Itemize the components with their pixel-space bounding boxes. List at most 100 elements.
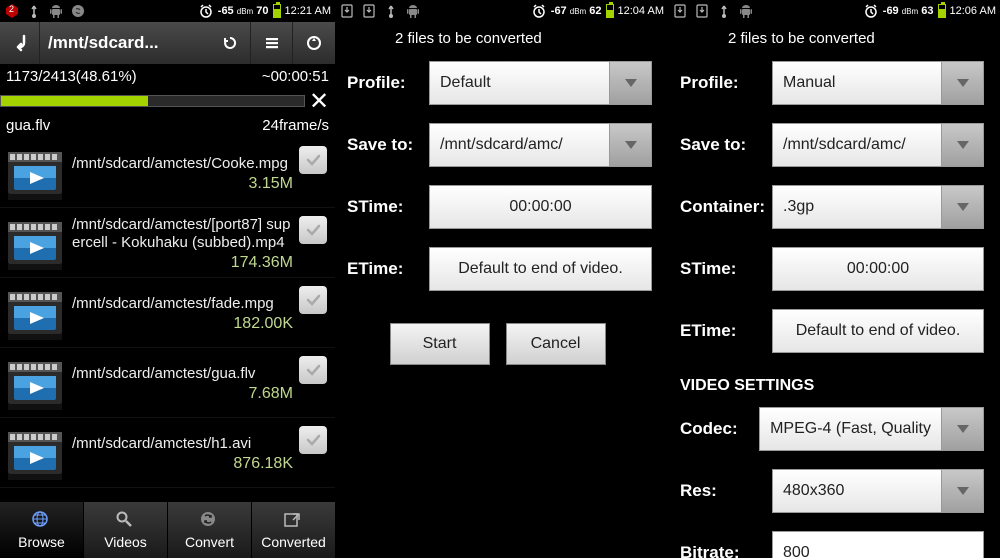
- signal-strength: -65 dBm 70: [218, 5, 269, 17]
- profile-label: Profile:: [343, 73, 429, 93]
- saveto-label: Save to:: [676, 135, 772, 155]
- chevron-down-icon: [941, 124, 983, 166]
- video-thumbnail-icon: [4, 425, 66, 483]
- files-count-subtitle: 2 files to be converted: [335, 22, 668, 61]
- nav-convert[interactable]: Convert: [168, 502, 252, 558]
- notification-icon: 2: [4, 3, 20, 19]
- codec-dropdown[interactable]: MPEG-4 (Fast, Quality: [759, 407, 984, 451]
- android-icon: [48, 3, 64, 19]
- battery-icon: [606, 4, 614, 18]
- clock-time: 12:06 AM: [950, 5, 996, 17]
- battery-icon: [938, 4, 946, 18]
- download-icon: [694, 3, 710, 19]
- clock-time: 12:04 AM: [618, 5, 664, 17]
- status-bar: -69 dBm 63 12:06 AM: [668, 0, 1000, 22]
- android-icon: [405, 3, 421, 19]
- file-checkbox[interactable]: [299, 146, 327, 174]
- stime-field[interactable]: 00:00:00: [429, 185, 652, 229]
- cancel-button[interactable]: Cancel: [506, 323, 606, 365]
- file-size: 876.18K: [72, 453, 293, 473]
- file-checkbox[interactable]: [299, 356, 327, 384]
- file-checkbox[interactable]: [299, 426, 327, 454]
- bitrate-label: Bitrate:: [676, 543, 772, 558]
- container-dropdown[interactable]: .3gp: [772, 185, 984, 229]
- file-checkbox[interactable]: [299, 286, 327, 314]
- stime-field[interactable]: 00:00:00: [772, 247, 984, 291]
- file-size: 174.36M: [72, 252, 293, 272]
- file-checkbox[interactable]: [299, 216, 327, 244]
- usb-icon: [383, 3, 399, 19]
- usb-icon: [26, 3, 42, 19]
- saveto-dropdown[interactable]: /mnt/sdcard/amc/: [429, 123, 652, 167]
- file-row[interactable]: /mnt/sdcard/amctest/[port87] supercell -…: [0, 208, 335, 278]
- files-count-subtitle: 2 files to be converted: [668, 22, 1000, 61]
- usb-icon: [716, 3, 732, 19]
- file-row[interactable]: /mnt/sdcard/amctest/gua.flv7.68M: [0, 348, 335, 418]
- refresh-button[interactable]: [209, 22, 251, 64]
- download-icon: [361, 3, 377, 19]
- progress-counter: 1173/2413(48.61%): [6, 68, 137, 85]
- sync-icon: [70, 3, 86, 19]
- toolbar: /mnt/sdcard...: [0, 22, 335, 64]
- alarm-icon: [531, 3, 547, 19]
- chevron-down-icon: [941, 408, 983, 450]
- file-row[interactable]: /mnt/sdcard/amctest/fade.mpg182.00K: [0, 278, 335, 348]
- file-size: 182.00K: [72, 313, 293, 333]
- etime-field[interactable]: Default to end of video.: [772, 309, 984, 353]
- bottom-nav: Browse Videos Convert Converted: [0, 502, 335, 558]
- file-path: /mnt/sdcard/amctest/fade.mpg: [72, 295, 293, 313]
- file-row[interactable]: /mnt/sdcard/amctest/Cooke.mpg3.15M: [0, 138, 335, 208]
- nav-browse[interactable]: Browse: [0, 502, 84, 558]
- video-settings-header: VIDEO SETTINGS: [676, 371, 984, 407]
- profile-dropdown[interactable]: Manual: [772, 61, 984, 105]
- etime-field[interactable]: Default to end of video.: [429, 247, 652, 291]
- progress-bar: [0, 95, 305, 107]
- battery-icon: [273, 4, 281, 18]
- file-path: /mnt/sdcard/amctest/[port87] supercell -…: [72, 216, 293, 252]
- stime-label: STime:: [343, 197, 429, 217]
- progress-eta: ~00:00:51: [262, 68, 329, 85]
- screen-convert-default: -67 dBm 62 12:04 AM 2 files to be conver…: [335, 0, 668, 558]
- file-list: /mnt/sdcard/amctest/Cooke.mpg3.15M /mnt/…: [0, 138, 335, 488]
- file-size: 3.15M: [72, 173, 293, 193]
- current-file: gua.flv: [6, 117, 50, 134]
- screen-file-browser: 2 -65 dBm 70 12:21 AM /mnt/sdcard... 117…: [0, 0, 335, 558]
- chevron-down-icon: [609, 62, 651, 104]
- path-title[interactable]: /mnt/sdcard...: [40, 22, 209, 64]
- select-button[interactable]: [293, 22, 335, 64]
- file-path: /mnt/sdcard/amctest/Cooke.mpg: [72, 155, 293, 173]
- video-thumbnail-icon: [4, 285, 66, 343]
- file-row[interactable]: /mnt/sdcard/amctest/h1.avi876.18K: [0, 418, 335, 488]
- chevron-down-icon: [609, 124, 651, 166]
- alarm-icon: [198, 3, 214, 19]
- signal-strength: -69 dBm 63: [883, 5, 934, 17]
- download-icon: [672, 3, 688, 19]
- back-button[interactable]: [0, 22, 40, 64]
- nav-converted[interactable]: Converted: [252, 502, 335, 558]
- profile-dropdown[interactable]: Default: [429, 61, 652, 105]
- nav-videos[interactable]: Videos: [84, 502, 168, 558]
- start-button[interactable]: Start: [390, 323, 490, 365]
- saveto-dropdown[interactable]: /mnt/sdcard/amc/: [772, 123, 984, 167]
- res-dropdown[interactable]: 480x360: [772, 469, 984, 513]
- frame-rate: 24frame/s: [262, 117, 329, 134]
- file-path: /mnt/sdcard/amctest/gua.flv: [72, 365, 293, 383]
- file-path: /mnt/sdcard/amctest/h1.avi: [72, 435, 293, 453]
- clock-time: 12:21 AM: [285, 5, 331, 17]
- screen-convert-manual: -69 dBm 63 12:06 AM 2 files to be conver…: [668, 0, 1000, 558]
- video-thumbnail-icon: [4, 355, 66, 413]
- alarm-icon: [863, 3, 879, 19]
- container-label: Container:: [676, 197, 772, 217]
- etime-label: ETime:: [343, 259, 429, 279]
- codec-label: Codec:: [676, 419, 759, 439]
- download-icon: [339, 3, 355, 19]
- android-icon: [738, 3, 754, 19]
- bitrate-input[interactable]: 800: [772, 531, 984, 558]
- video-thumbnail-icon: [4, 145, 66, 203]
- file-size: 7.68M: [72, 383, 293, 403]
- menu-button[interactable]: [251, 22, 293, 64]
- saveto-label: Save to:: [343, 135, 429, 155]
- stime-label: STime:: [676, 259, 772, 279]
- cancel-progress-button[interactable]: ✕: [305, 87, 333, 115]
- chevron-down-icon: [941, 470, 983, 512]
